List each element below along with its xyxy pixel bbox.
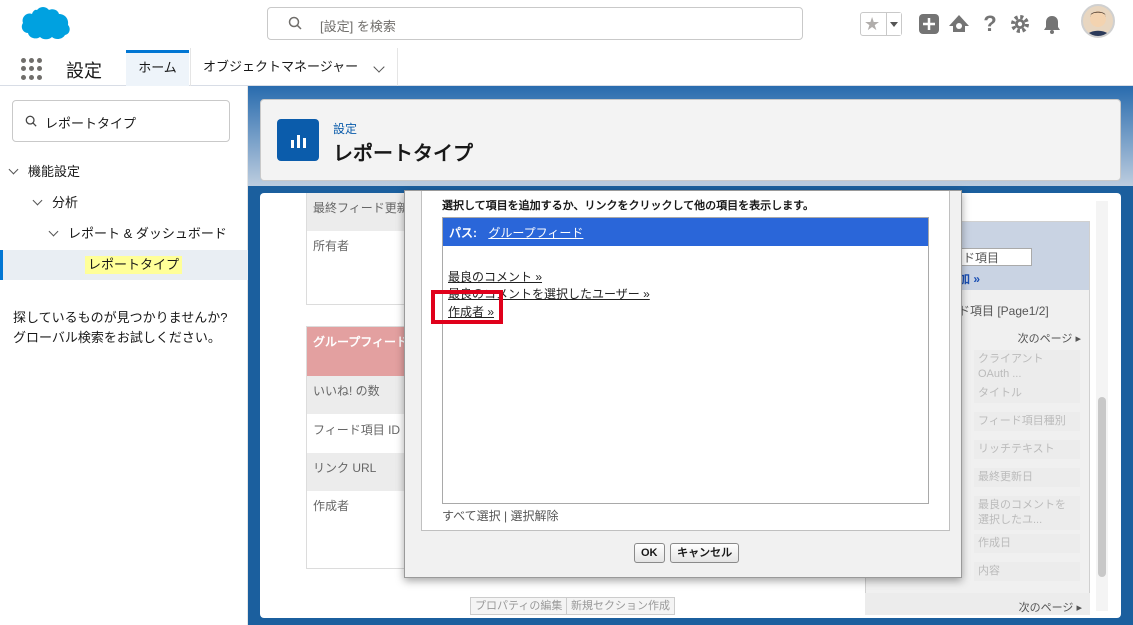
- chevron-down-icon[interactable]: [8, 164, 19, 175]
- tree-item-reports-dashboards[interactable]: レポート & ダッシュボード: [0, 218, 248, 249]
- setup-sidebar: レポートタイプ 機能設定 分析 レポート & ダッシュボード レポートタイプ 探…: [0, 86, 248, 625]
- palette-field[interactable]: クライアント OAuth ...: [974, 350, 1080, 384]
- quick-find-value: レポートタイプ: [45, 116, 137, 131]
- salesforce-logo[interactable]: [12, 4, 72, 44]
- dialog-buttons: OK キャンセル: [634, 543, 741, 563]
- help-icon[interactable]: ?: [978, 10, 1002, 38]
- tree-item-label: レポート & ダッシュボード: [68, 226, 227, 241]
- chevron-down-icon[interactable]: [48, 226, 59, 237]
- dialog-instruction: 選択して項目を追加するか、リンクをクリックして他の項目を表示します。: [442, 200, 815, 212]
- global-header: [設定] を検索 ★ ?: [0, 0, 1133, 48]
- tab-object-manager-label: オブジェクトマネージャー: [203, 59, 359, 74]
- new-section-button[interactable]: 新規セクション作成: [566, 597, 675, 615]
- favorites-button[interactable]: ★: [860, 12, 902, 36]
- help-line: グローバル検索をお試しください。: [13, 330, 221, 345]
- palette-object-select[interactable]: ド項目: [958, 248, 1032, 266]
- tree-item-report-types[interactable]: レポートタイプ: [0, 250, 248, 280]
- global-search-input[interactable]: [設定] を検索: [267, 7, 803, 40]
- cancel-button[interactable]: キャンセル: [670, 543, 740, 563]
- scrollbar-thumb[interactable]: [1098, 397, 1106, 577]
- search-placeholder: [設定] を検索: [320, 19, 396, 34]
- search-icon: [288, 16, 302, 30]
- chevron-down-icon[interactable]: [373, 61, 385, 73]
- tab-home[interactable]: ホーム: [126, 50, 189, 86]
- tree-item-label: レポートタイプ: [85, 256, 183, 274]
- select-controls: すべて選択 | 選択解除: [442, 507, 559, 524]
- favorites-dropdown-icon[interactable]: [886, 13, 901, 35]
- deselect-all-link[interactable]: 選択解除: [511, 509, 559, 523]
- separator: |: [504, 509, 508, 523]
- ok-button[interactable]: OK: [634, 543, 665, 563]
- lookup-link[interactable]: 最良のコメント »: [448, 268, 542, 285]
- tree-item-feature-settings[interactable]: 機能設定: [0, 156, 248, 187]
- quick-find-input[interactable]: レポートタイプ: [12, 100, 230, 142]
- page-title: レポートタイプ: [333, 143, 473, 165]
- breadcrumb[interactable]: 設定: [333, 120, 357, 137]
- palette-field[interactable]: 最良のコメントを選択したユ...: [974, 496, 1080, 530]
- edit-properties-button[interactable]: プロパティの編集: [470, 597, 568, 615]
- app-nav-bar: 設定 ホーム オブジェクトマネージャー: [0, 48, 1133, 86]
- tab-object-manager[interactable]: オブジェクトマネージャー: [190, 48, 398, 86]
- palette-field[interactable]: 最終更新日: [974, 468, 1080, 487]
- palette-field[interactable]: タイトル: [974, 384, 1080, 403]
- chevron-down-icon[interactable]: [32, 195, 43, 206]
- palette-next-page[interactable]: 次のページ ▸: [1018, 330, 1081, 346]
- app-launcher-icon[interactable]: [21, 58, 43, 80]
- palette-page-label: ド項目 [Page1/2]: [958, 304, 1049, 318]
- palette-field[interactable]: リッチテキスト: [974, 440, 1080, 459]
- sidebar-help-text: 探しているものが見つかりませんか? グローバル検索をお試しください。: [13, 308, 243, 348]
- highlight-box: [431, 290, 503, 324]
- field-lookup-list: パス: グループフィード 最良のコメント » 最良のコメントを選択したユーザー …: [442, 217, 929, 504]
- tree-item-analytics[interactable]: 分析: [0, 187, 248, 218]
- search-icon: [25, 115, 37, 127]
- page-header: 設定 レポートタイプ: [260, 99, 1121, 181]
- gear-icon[interactable]: [1008, 10, 1032, 38]
- user-avatar[interactable]: [1081, 4, 1115, 38]
- palette-field[interactable]: 内容: [974, 562, 1080, 581]
- tree-item-label: 分析: [52, 195, 79, 210]
- scrollbar[interactable]: [1096, 201, 1108, 611]
- notifications-bell-icon[interactable]: [1040, 10, 1064, 38]
- global-create-icon[interactable]: [917, 10, 941, 38]
- palette-next-page-bottom[interactable]: 次のページ ▸: [865, 593, 1090, 615]
- help-line: 探しているものが見つかりませんか?: [13, 310, 228, 325]
- trailhead-icon[interactable]: [947, 10, 971, 38]
- report-type-icon: [277, 119, 319, 161]
- palette-field[interactable]: フィード項目種別: [974, 412, 1080, 431]
- add-fields-dialog: 選択して項目を追加するか、リンクをクリックして他の項目を表示します。 パス: グ…: [404, 190, 962, 578]
- path-label: パス:: [449, 226, 477, 240]
- path-bar: パス: グループフィード: [443, 218, 928, 246]
- select-all-link[interactable]: すべて選択: [442, 509, 501, 523]
- path-link[interactable]: グループフィード: [488, 226, 583, 240]
- palette-field[interactable]: 作成日: [974, 534, 1080, 553]
- app-name: 設定: [66, 61, 102, 81]
- tree-item-label: 機能設定: [28, 164, 81, 179]
- dialog-body: 選択して項目を追加するか、リンクをクリックして他の項目を表示します。 パス: グ…: [421, 191, 950, 531]
- star-icon: ★: [864, 14, 881, 34]
